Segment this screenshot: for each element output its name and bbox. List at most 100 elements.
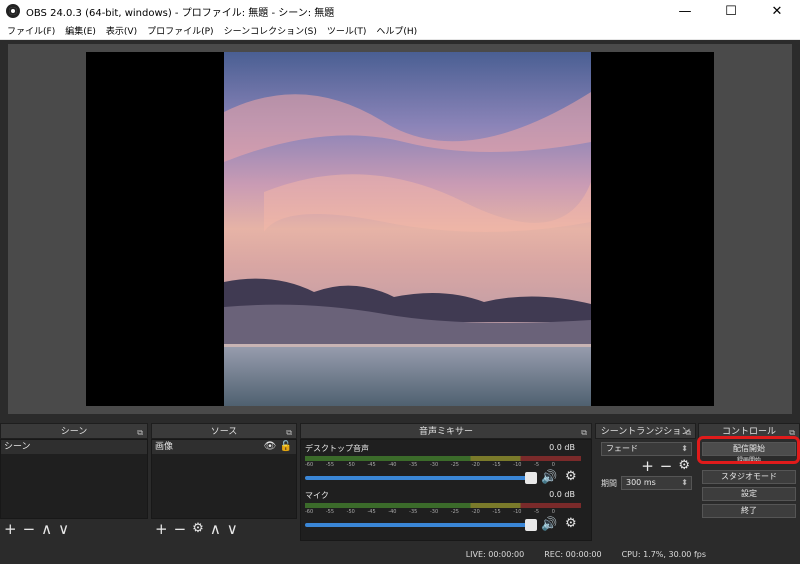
scale-tick: -20 xyxy=(471,462,480,468)
volume-fader-row: 🔊 ⚙ xyxy=(305,469,581,485)
sources-list[interactable]: 画像 👁 🔓 xyxy=(151,439,297,519)
track-db: 0.0 dB xyxy=(549,490,575,499)
scale-tick: -50 xyxy=(346,462,355,468)
status-bar: LIVE: 00:00:00 REC: 00:00:00 CPU: 1.7%, … xyxy=(0,544,800,564)
scale-tick: -20 xyxy=(471,509,480,515)
scale-tick: -10 xyxy=(513,509,522,515)
menu-help[interactable]: ヘルプ(H) xyxy=(371,24,422,37)
exit-button[interactable]: 終了 xyxy=(702,504,796,518)
scenes-header: シーン ⧉ xyxy=(0,423,148,439)
scale-tick: -5 xyxy=(534,462,540,468)
sources-header: ソース ⧉ xyxy=(151,423,297,439)
sunset-image-source[interactable] xyxy=(224,52,591,406)
volume-slider-handle[interactable] xyxy=(525,472,537,484)
mixer-track-desktop: デスクトップ音声 0.0 dB -60 -55 -50 -45 -40 -35 -30 -25… xyxy=(305,443,581,485)
visibility-eye-icon[interactable]: 👁 🔓 xyxy=(264,440,292,454)
mixer-header: 音声ミキサー ⧉ xyxy=(300,423,592,439)
move-up-button[interactable]: ∧ xyxy=(210,521,221,537)
remove-source-button[interactable]: − xyxy=(174,521,187,537)
scale-tick: -30 xyxy=(429,462,439,468)
spin-arrows-icon[interactable]: ⬍ xyxy=(681,477,688,489)
transitions-header: シーントランジション ⧉ xyxy=(595,423,696,439)
scale-tick: -50 xyxy=(346,509,355,515)
source-settings-gear-icon[interactable]: ⚙ xyxy=(192,521,204,537)
speaker-icon[interactable]: 🔊 xyxy=(541,470,557,485)
meter-scale: -60 -55 -50 -45 -40 -35 -30 -25 -20 -15 -10 -5 0 xyxy=(305,462,555,468)
spin-arrows-icon: ⬍ xyxy=(681,444,688,453)
maximize-button[interactable]: ☐ xyxy=(708,0,754,22)
volume-fader-row: 🔊 ⚙ xyxy=(305,516,581,532)
mixer-body: デスクトップ音声 0.0 dB -60 -55 -50 -45 -40 -35 -30 -25… xyxy=(300,439,592,541)
meter-scale: -60 -55 -50 -45 -40 -35 -30 -25 -20 -15 -10 -5 0 xyxy=(305,509,555,515)
list-item[interactable]: 画像 👁 🔓 xyxy=(152,440,296,454)
remove-transition-button[interactable]: − xyxy=(660,458,673,474)
track-db: 0.0 dB xyxy=(549,443,575,452)
sources-title: ソース xyxy=(210,427,238,437)
rec-status: REC: 00:00:00 xyxy=(544,549,602,559)
title-bar: OBS 24.0.3 (64-bit, windows) - プロファイル: 無… xyxy=(0,0,800,22)
transition-toolbar: + − ⚙ xyxy=(601,456,692,476)
minimize-button[interactable]: — xyxy=(662,0,708,22)
menu-tools[interactable]: ツール(T) xyxy=(322,24,372,37)
volume-slider-handle[interactable] xyxy=(525,519,537,531)
volume-meter xyxy=(305,456,581,461)
gear-icon[interactable]: ⚙ xyxy=(565,516,577,531)
scenes-title: シーン xyxy=(60,427,88,437)
scenes-list[interactable]: シーン xyxy=(0,439,148,519)
scale-tick: -15 xyxy=(492,509,501,515)
scale-tick: -55 xyxy=(325,509,334,515)
window-title: OBS 24.0.3 (64-bit, windows) - プロファイル: 無… xyxy=(26,7,335,19)
menu-scene-collection[interactable]: シーンコレクション(S) xyxy=(219,24,322,37)
menu-bar: ファイル(F) 編集(E) 表示(V) プロファイル(P) シーンコレクション(… xyxy=(0,22,800,40)
move-up-button[interactable]: ∧ xyxy=(41,521,52,537)
duration-row: 期間 300 ms ⬍ xyxy=(601,476,692,490)
menu-profile[interactable]: プロファイル(P) xyxy=(142,24,218,37)
studio-mode-button[interactable]: スタジオモード xyxy=(702,470,796,484)
transition-select[interactable]: フェード ⬍ xyxy=(601,442,692,456)
transitions-body: フェード ⬍ + − ⚙ 期間 300 ms ⬍ xyxy=(595,439,696,490)
scale-tick: -30 xyxy=(429,509,439,515)
scale-tick: -35 xyxy=(409,462,418,468)
scale-tick: 0 xyxy=(551,462,555,468)
add-scene-button[interactable]: + xyxy=(4,521,17,537)
scale-tick: -15 xyxy=(492,462,501,468)
scale-tick: -60 xyxy=(305,462,314,468)
scale-tick: -5 xyxy=(534,509,540,515)
settings-button[interactable]: 設定 xyxy=(702,487,796,501)
scale-tick: -10 xyxy=(513,462,522,468)
menu-edit[interactable]: 編集(E) xyxy=(60,24,101,37)
volume-slider[interactable] xyxy=(305,476,537,480)
live-status: LIVE: 00:00:00 xyxy=(465,549,525,559)
add-source-button[interactable]: + xyxy=(155,521,168,537)
sources-panel: ソース ⧉ 画像 👁 🔓 + − ⚙ ∧ ∨ xyxy=(151,423,297,544)
source-name: 画像 xyxy=(155,442,174,452)
list-item[interactable]: シーン xyxy=(1,440,147,454)
transitions-title: シーントランジション xyxy=(600,427,691,437)
add-transition-button[interactable]: + xyxy=(641,458,654,474)
audio-mixer-panel: 音声ミキサー ⧉ デスクトップ音声 0.0 dB -60 -55 -50 -45 -40… xyxy=(300,423,592,544)
menu-file[interactable]: ファイル(F) xyxy=(2,24,60,37)
cpu-status: CPU: 1.7%, 30.00 fps xyxy=(621,549,706,559)
volume-slider[interactable] xyxy=(305,523,537,527)
remove-scene-button[interactable]: − xyxy=(23,521,36,537)
highlight-annotation xyxy=(697,436,800,464)
transition-selected: フェード xyxy=(606,444,638,453)
close-button[interactable]: ✕ xyxy=(754,0,800,22)
scenes-toolbar: + − ∧ ∨ xyxy=(0,519,148,539)
move-down-button[interactable]: ∨ xyxy=(227,521,238,537)
duration-input[interactable]: 300 ms ⬍ xyxy=(621,476,692,490)
dock-float-icon[interactable]: ⧉ xyxy=(685,425,691,441)
scale-tick: -40 xyxy=(388,462,397,468)
menu-view[interactable]: 表示(V) xyxy=(101,24,142,37)
move-down-button[interactable]: ∨ xyxy=(58,521,69,537)
gear-icon[interactable]: ⚙ xyxy=(565,469,577,484)
duration-value: 300 ms xyxy=(626,478,656,487)
gear-icon[interactable]: ⚙ xyxy=(678,458,690,474)
duration-label: 期間 xyxy=(601,478,617,488)
preview-area xyxy=(8,44,792,414)
scale-tick: -25 xyxy=(450,509,459,515)
scale-tick: -25 xyxy=(450,462,459,468)
preview-canvas[interactable] xyxy=(86,52,714,406)
scene-transitions-panel: シーントランジション ⧉ フェード ⬍ + − ⚙ 期間 300 ms ⬍ xyxy=(595,423,696,544)
speaker-icon[interactable]: 🔊 xyxy=(541,517,557,532)
